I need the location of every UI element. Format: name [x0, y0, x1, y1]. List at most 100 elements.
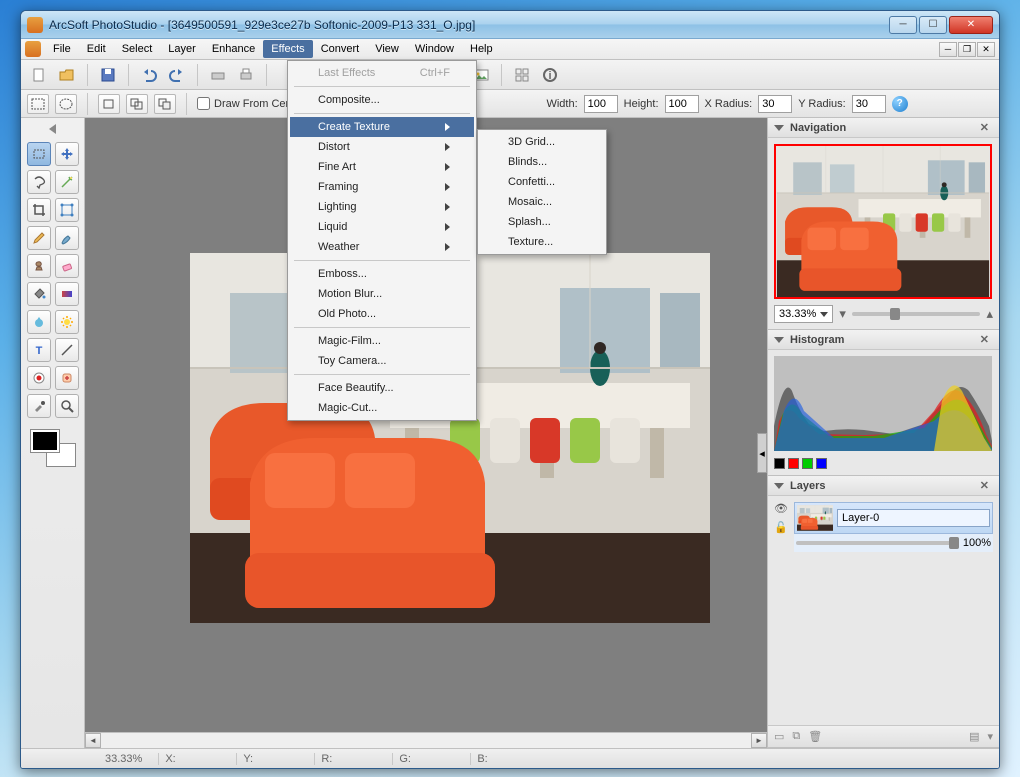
redo-icon[interactable] [165, 63, 189, 87]
chevron-down-icon[interactable] [774, 125, 784, 131]
crop-tool[interactable] [27, 198, 51, 222]
zoom-out-icon[interactable]: ▾ [839, 306, 846, 322]
menu-enhance[interactable]: Enhance [204, 40, 263, 58]
zoom-in-icon[interactable]: ▴ [986, 306, 993, 322]
gradient-tool[interactable] [55, 282, 79, 306]
brush-tool[interactable] [55, 226, 79, 250]
h-scrollbar[interactable]: ◄ ► [85, 732, 767, 748]
zoom-slider[interactable] [852, 312, 981, 316]
effects-emboss-[interactable]: Emboss... [290, 264, 474, 284]
blur-tool[interactable] [27, 310, 51, 334]
selection-add-icon[interactable] [126, 94, 148, 114]
move-tool[interactable] [55, 142, 79, 166]
width-input[interactable] [584, 95, 618, 113]
effects-framing[interactable]: Framing [290, 177, 474, 197]
texture-texture-[interactable]: Texture... [480, 232, 604, 252]
histogram-channel-swatch[interactable] [788, 458, 799, 469]
redeye-tool[interactable] [27, 366, 51, 390]
histogram-channel-swatch[interactable] [774, 458, 785, 469]
transform-tool[interactable] [55, 198, 79, 222]
scanner-icon[interactable] [206, 63, 230, 87]
menu-effects[interactable]: Effects [263, 40, 312, 58]
effects-liquid[interactable]: Liquid [290, 217, 474, 237]
chevron-down-icon[interactable] [774, 483, 784, 489]
grid-icon[interactable] [510, 63, 534, 87]
navigation-thumbnail[interactable] [774, 144, 992, 299]
zoom-tool[interactable] [55, 394, 79, 418]
scroll-left-icon[interactable]: ◄ [85, 733, 101, 748]
effects-motion-blur-[interactable]: Motion Blur... [290, 284, 474, 304]
menu-edit[interactable]: Edit [79, 40, 114, 58]
stamp-tool[interactable] [27, 254, 51, 278]
toolbox-collapse-icon[interactable] [48, 124, 58, 134]
texture-mosaic-[interactable]: Mosaic... [480, 192, 604, 212]
effects-weather[interactable]: Weather [290, 237, 474, 257]
effects-distort[interactable]: Distort [290, 137, 474, 157]
effects-lighting[interactable]: Lighting [290, 197, 474, 217]
selection-new-icon[interactable] [98, 94, 120, 114]
effects-create-texture[interactable]: Create Texture [290, 117, 474, 137]
bucket-tool[interactable] [27, 282, 51, 306]
print-icon[interactable] [234, 63, 258, 87]
color-swatches[interactable] [31, 430, 75, 466]
panels-collapse-icon[interactable]: ◂ [757, 433, 767, 473]
effects-magic-film-[interactable]: Magic-Film... [290, 331, 474, 351]
maximize-button[interactable]: ☐ [919, 16, 947, 34]
duplicate-layer-icon[interactable]: ⧉ [792, 730, 800, 743]
effects-toy-camera-[interactable]: Toy Camera... [290, 351, 474, 371]
pencil-tool[interactable] [27, 226, 51, 250]
marquee-tool[interactable] [27, 142, 51, 166]
mdi-restore-button[interactable]: ❐ [958, 42, 976, 57]
panel-menu-icon[interactable]: ▤ [969, 730, 979, 743]
panel-collapse-icon[interactable]: ▾ [987, 730, 993, 743]
text-tool[interactable]: T [27, 338, 51, 362]
menu-window[interactable]: Window [407, 40, 462, 58]
opacity-slider[interactable] [796, 541, 959, 545]
marquee-rect-icon[interactable] [27, 94, 49, 114]
xradius-input[interactable] [758, 95, 792, 113]
menu-file[interactable]: File [45, 40, 79, 58]
menu-help[interactable]: Help [462, 40, 501, 58]
eraser-tool[interactable] [55, 254, 79, 278]
histogram-channel-swatch[interactable] [802, 458, 813, 469]
mdi-minimize-button[interactable]: ─ [939, 42, 957, 57]
eyedrop-tool[interactable] [27, 394, 51, 418]
texture-blinds-[interactable]: Blinds... [480, 152, 604, 172]
dodge-tool[interactable] [55, 310, 79, 334]
marquee-ellipse-icon[interactable] [55, 94, 77, 114]
wand-tool[interactable] [55, 170, 79, 194]
close-button[interactable]: ✕ [949, 16, 993, 34]
selection-sub-icon[interactable] [154, 94, 176, 114]
scroll-right-icon[interactable]: ► [751, 733, 767, 748]
minimize-button[interactable]: ─ [889, 16, 917, 34]
menu-convert[interactable]: Convert [313, 40, 368, 58]
layer-lock-icon[interactable]: 🔓 [774, 521, 788, 534]
layer-visible-icon[interactable]: 👁 [774, 502, 788, 515]
height-input[interactable] [665, 95, 699, 113]
new-layer-icon[interactable]: ▭ [774, 730, 784, 743]
texture--d-grid-[interactable]: 3D Grid... [480, 132, 604, 152]
layer-row[interactable] [794, 502, 993, 534]
effects-magic-cut-[interactable]: Magic-Cut... [290, 398, 474, 418]
new-file-icon[interactable] [27, 63, 51, 87]
histogram-channel-swatch[interactable] [816, 458, 827, 469]
fg-color-swatch[interactable] [31, 430, 59, 452]
mdi-close-button[interactable]: ✕ [977, 42, 995, 57]
effects-fine-art[interactable]: Fine Art [290, 157, 474, 177]
menu-select[interactable]: Select [114, 40, 161, 58]
info-icon[interactable]: i [538, 63, 562, 87]
menu-view[interactable]: View [367, 40, 407, 58]
help-icon[interactable]: ? [892, 96, 908, 112]
yradius-input[interactable] [852, 95, 886, 113]
effects-old-photo-[interactable]: Old Photo... [290, 304, 474, 324]
layer-name-input[interactable] [837, 509, 990, 527]
texture-splash-[interactable]: Splash... [480, 212, 604, 232]
texture-confetti-[interactable]: Confetti... [480, 172, 604, 192]
open-file-icon[interactable] [55, 63, 79, 87]
lasso-tool[interactable] [27, 170, 51, 194]
navigation-close-icon[interactable]: ✕ [976, 121, 993, 134]
chevron-down-icon[interactable] [774, 337, 784, 343]
menu-layer[interactable]: Layer [160, 40, 204, 58]
heal-tool[interactable] [55, 366, 79, 390]
zoom-dropdown[interactable]: 33.33% [774, 305, 833, 323]
